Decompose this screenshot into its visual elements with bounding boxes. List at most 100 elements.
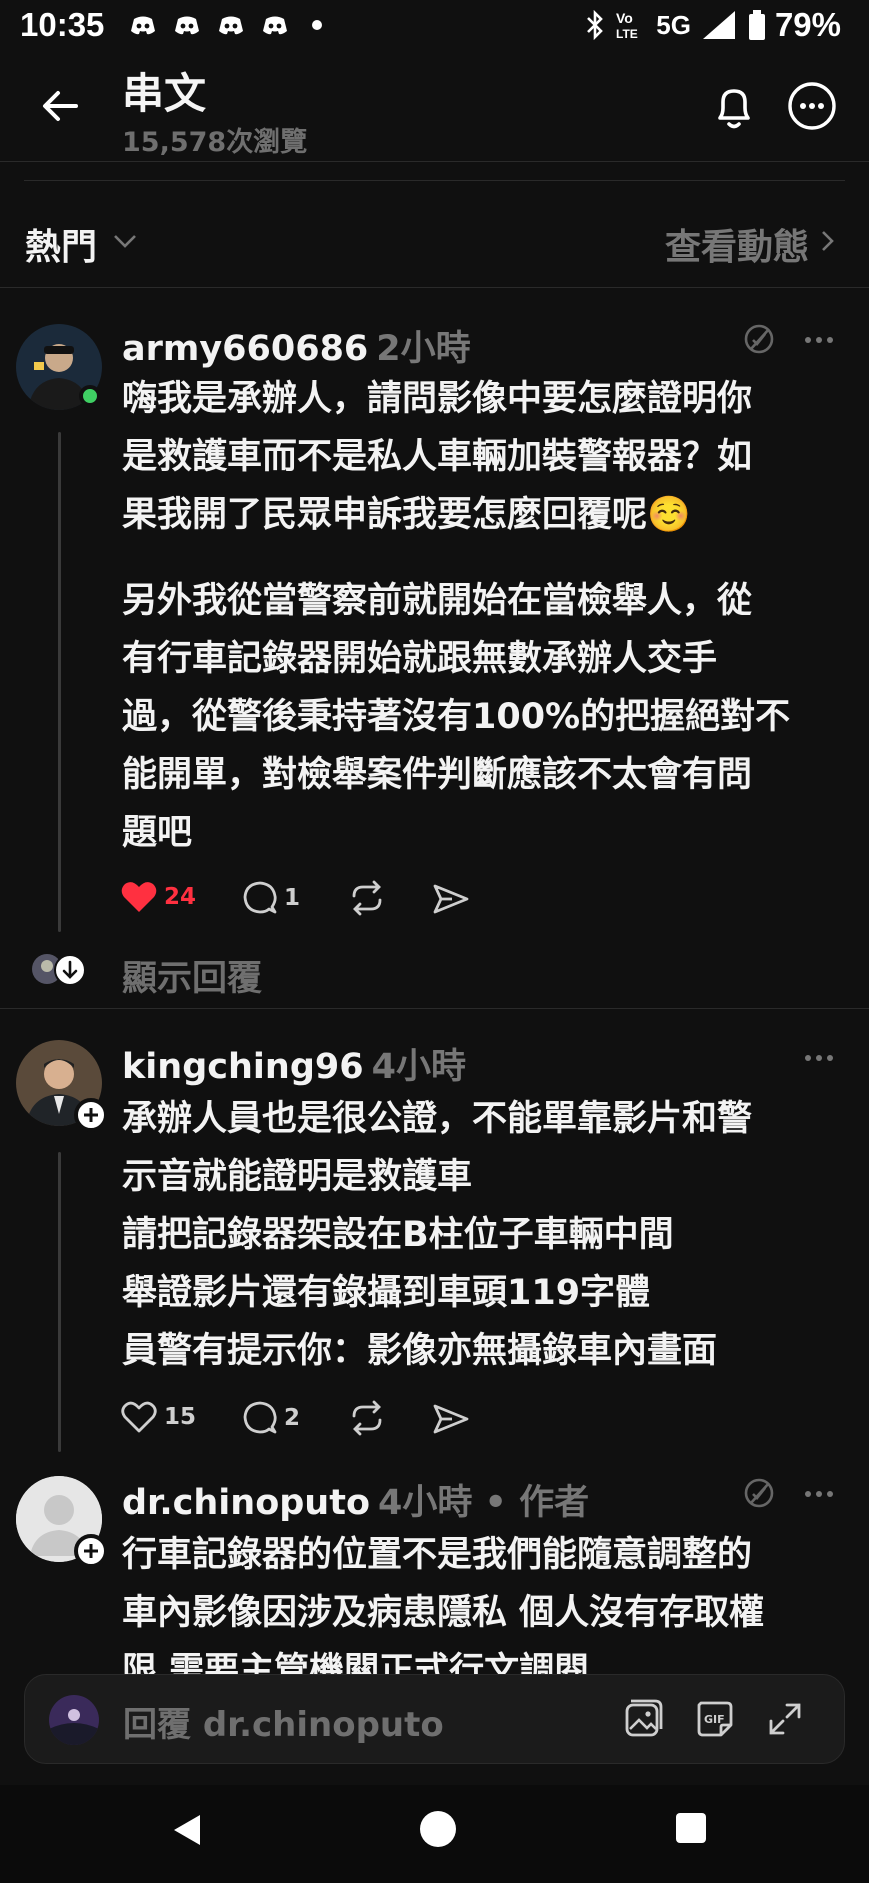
post-text-line: 員警有提示你：影像亦無攝錄車內畫面 (122, 1331, 718, 1371)
post-text-line: 請把記錄器架設在B柱位子車輛中間 (122, 1215, 674, 1255)
post-body: 行車記錄器的位置不是我們能隨意調整的 車內影像因涉及病患隱私 個人沒有存取權 限… (122, 1526, 764, 1676)
plus-icon (84, 1544, 98, 1558)
nav-recents-button[interactable] (676, 1813, 706, 1843)
post-text-line: 限 需要主管機關正式行文調閱 (122, 1651, 590, 1676)
user-photo (49, 1695, 99, 1745)
expand-icon[interactable] (765, 1699, 805, 1739)
like-button[interactable]: 24 (120, 880, 196, 914)
heart-filled-icon (121, 882, 157, 912)
post-text-line: 另外我從當警察前就開始在當檢舉人，從 (122, 581, 753, 621)
thread-line (58, 432, 61, 932)
discord-icon (219, 16, 243, 35)
post-body: 嗨我是承辦人，請問影像中要怎麼證明你 是救護車而不是私人車輛加裝警報器？如 果我… (122, 370, 752, 544)
translate-icon[interactable] (742, 1476, 776, 1510)
view-activity-link[interactable]: 查看動態 (665, 218, 809, 270)
post-text-line: 舉證影片還有錄攝到車頭119字體 (122, 1273, 651, 1313)
sort-row: 熱門 查看動態 (0, 200, 869, 288)
status-right: Vo LTE 5G 79% (584, 6, 841, 44)
post-body: 承辦人員也是很公證，不能單靠影片和警 示音就能證明是救護車 請把記錄器架設在B柱… (122, 1090, 752, 1380)
like-count: 24 (164, 884, 197, 910)
post-text-line: 能開單，對檢舉案件判斷應該不太會有問 (122, 755, 753, 795)
nav-home-button[interactable] (420, 1811, 456, 1847)
nav-back-icon[interactable] (172, 1813, 202, 1847)
follow-button[interactable] (74, 1098, 108, 1132)
share-icon[interactable] (432, 882, 470, 916)
post-text-line: 示音就能證明是救護車 (122, 1157, 473, 1197)
share-icon[interactable] (432, 1402, 470, 1436)
post-header: dr.chinoputo 4小時 • 作者 (122, 1474, 589, 1525)
system-nav-bar (0, 1785, 869, 1883)
username[interactable]: kingching96 (122, 1047, 364, 1087)
view-count: 15,578次瀏覽 (122, 127, 308, 158)
network-type: 5G (656, 9, 691, 40)
reply-input[interactable]: 回覆 dr.chinoputo (123, 1697, 444, 1746)
more-notifications-dot (312, 20, 322, 30)
post-text-line: 承辦人員也是很公證，不能單靠影片和警 (122, 1099, 753, 1139)
discord-icon (131, 16, 155, 35)
post-time: 4小時 (371, 1047, 466, 1087)
bluetooth-icon (587, 10, 604, 40)
status-bar: 10:35 Vo LTE 5G 79% (0, 0, 869, 52)
username[interactable]: dr.chinoputo (122, 1483, 370, 1523)
battery-percent: 79% (774, 6, 841, 43)
post-text-line: 嗨我是承辦人，請問影像中要怎麼證明你 (122, 379, 753, 419)
post-text-line: 行車記錄器的位置不是我們能隨意調整的 (122, 1535, 753, 1575)
more-options-icon[interactable] (802, 1482, 836, 1506)
like-button[interactable]: 15 (120, 1400, 196, 1434)
comment-icon (243, 1401, 277, 1434)
like-count: 15 (164, 1404, 197, 1430)
battery-icon (748, 10, 765, 40)
svg-text:LTE: LTE (616, 27, 638, 41)
thread-header: 串文 15,578次瀏覽 (0, 52, 869, 162)
discord-icon (263, 16, 287, 35)
bell-icon[interactable] (710, 82, 758, 134)
comment-count: 2 (284, 1405, 301, 1431)
comment-icon (243, 881, 277, 914)
comment-button[interactable]: 1 (242, 880, 300, 916)
post-text-line: 車內影像因涉及病患隱私 個人沒有存取權 (122, 1593, 765, 1633)
heart-icon (121, 1401, 157, 1433)
post-body: 另外我從當警察前就開始在當檢舉人，從 有行車記錄器開始就跟無數承辦人交手 過，從… (122, 572, 790, 862)
post-text-line: 果我開了民眾申訴我要怎麼回覆呢☺️ (122, 495, 691, 535)
notification-icons (128, 10, 322, 40)
translate-icon[interactable] (742, 322, 776, 356)
more-options-icon[interactable] (786, 80, 838, 132)
more-options-icon[interactable] (802, 1046, 836, 1070)
chevron-down-icon[interactable] (110, 226, 140, 256)
reply-composer[interactable]: 回覆 dr.chinoputo GIF (24, 1674, 845, 1764)
post-text-line: 過，從警後秉持著沒有100%的把握絕對不 (122, 697, 791, 737)
divider (0, 1008, 869, 1009)
post-header: kingching96 4小時 (122, 1038, 466, 1089)
post-header: army660686 2小時 (122, 320, 471, 371)
repost-icon[interactable] (348, 880, 386, 916)
page-title: 串文 (122, 69, 207, 118)
svg-text:GIF: GIF (704, 1713, 725, 1726)
status-time: 10:35 (20, 6, 105, 43)
repost-icon[interactable] (348, 1400, 386, 1436)
post-time: 2小時 (376, 329, 471, 369)
thread-line (58, 1152, 61, 1452)
volte-icon: VoLTE (616, 10, 638, 41)
image-icon[interactable] (621, 1697, 665, 1741)
show-replies-link[interactable]: 顯示回覆 (122, 950, 262, 1001)
online-status-dot (79, 385, 101, 407)
post-time: 4小時 • 作者 (378, 1483, 590, 1523)
signal-icon (702, 9, 737, 39)
follow-button[interactable] (74, 1534, 108, 1568)
chevron-right-icon[interactable] (817, 226, 839, 256)
post-text-line: 題吧 (122, 813, 193, 853)
more-options-icon[interactable] (802, 328, 836, 352)
post-text-line: 是救護車而不是私人車輛加裝警報器？如 (122, 437, 753, 477)
comment-count: 1 (284, 885, 301, 911)
post-text-line: 有行車記錄器開始就跟無數承辦人交手 (122, 639, 718, 679)
arrow-down-icon[interactable] (54, 954, 86, 986)
back-arrow-icon[interactable] (36, 82, 84, 130)
gif-icon[interactable]: GIF (693, 1697, 737, 1741)
svg-text:Vo: Vo (616, 10, 633, 26)
avatar (49, 1695, 99, 1745)
sort-dropdown[interactable]: 熱門 (25, 218, 97, 270)
discord-icon (175, 16, 199, 35)
comment-button[interactable]: 2 (242, 1400, 300, 1436)
divider (24, 180, 845, 181)
username[interactable]: army660686 (122, 329, 368, 369)
